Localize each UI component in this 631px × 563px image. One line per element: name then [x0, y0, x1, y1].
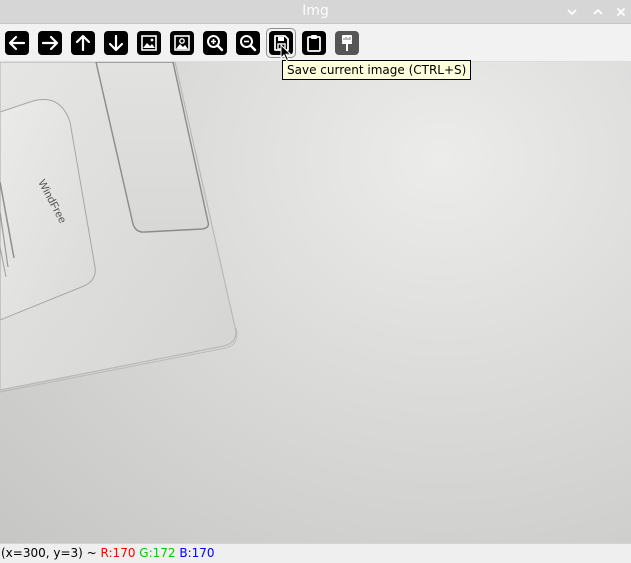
copy-clipboard-button[interactable] — [301, 30, 327, 56]
mouse-pointer-icon — [280, 44, 292, 62]
properties-button[interactable] — [334, 30, 360, 56]
zoom-original-button[interactable] — [136, 30, 162, 56]
close-button[interactable] — [612, 3, 630, 21]
arrow-right-icon — [41, 35, 59, 51]
image-canvas[interactable]: WindFree — [0, 62, 631, 543]
save-tooltip: Save current image (CTRL+S) — [282, 60, 472, 80]
zoom-out-icon — [240, 35, 257, 52]
close-icon — [616, 7, 626, 17]
toolbar — [0, 24, 631, 62]
pan-right-button[interactable] — [37, 30, 63, 56]
paint-brush-icon — [342, 35, 352, 51]
arrow-up-icon — [75, 34, 91, 52]
zoom-fit-button[interactable] — [169, 30, 195, 56]
camera-image: WindFree — [0, 62, 238, 393]
pan-up-button[interactable] — [70, 30, 96, 56]
zoom-out-button[interactable] — [235, 30, 261, 56]
chevron-down-icon — [567, 9, 577, 16]
zoom-in-button[interactable] — [202, 30, 228, 56]
minimize-button[interactable] — [563, 3, 581, 21]
cursor-coordinates: (x=300, y=3) ~ — [1, 546, 97, 560]
status-bar: (x=300, y=3) ~ R:170 G:172 B:170 — [0, 543, 631, 563]
arrow-down-icon — [108, 34, 124, 52]
pixel-green-value: G:172 — [139, 546, 176, 560]
arrow-left-icon — [8, 35, 26, 51]
maximize-button[interactable] — [589, 3, 607, 21]
pan-down-button[interactable] — [103, 30, 129, 56]
image-viewer-window: Img Save current image (CTRL+S) WindFree… — [0, 0, 631, 563]
image-icon — [141, 35, 157, 51]
pan-left-button[interactable] — [4, 30, 30, 56]
clipboard-icon — [307, 35, 321, 52]
image-fit-icon — [174, 35, 190, 51]
pixel-blue-value: B:170 — [179, 546, 215, 560]
pixel-red-value: R:170 — [100, 546, 136, 560]
zoom-in-icon — [207, 35, 224, 52]
chevron-up-icon — [593, 8, 603, 15]
title-bar[interactable]: Img — [0, 0, 631, 24]
window-title: Img — [302, 3, 329, 19]
